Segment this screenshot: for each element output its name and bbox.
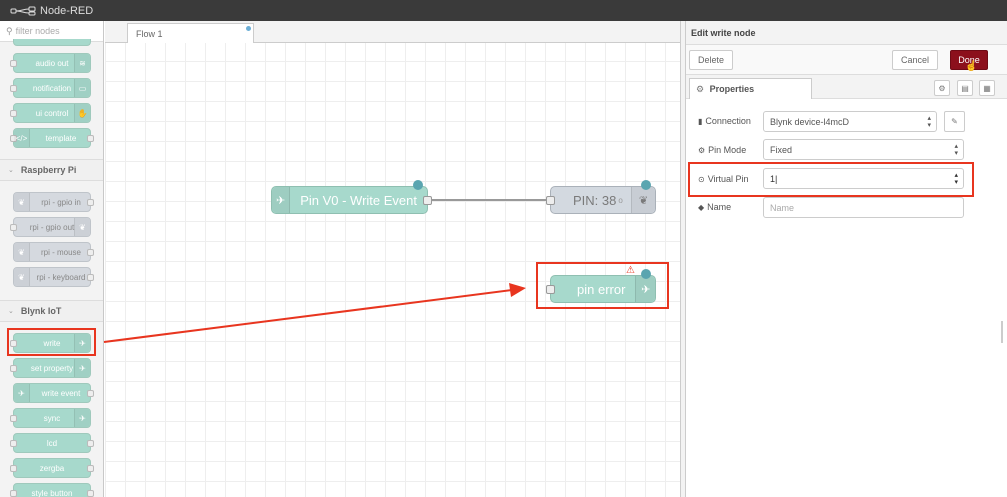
gear-icon: ⚙ — [696, 84, 705, 94]
cursor-icon: ☝ — [965, 61, 978, 72]
panel-scrollbar[interactable] — [1001, 321, 1003, 343]
layout-icon: ▦ — [983, 83, 991, 93]
description-icon-button[interactable]: ▤ — [957, 80, 973, 96]
tab-label: Properties — [709, 84, 755, 94]
file-icon: ▤ — [961, 83, 969, 93]
properties-tab-bar: ⚙ Properties ⚙ ▤ ▦ — [686, 75, 1007, 99]
select-arrows-icon: ▴ ▾ — [927, 115, 931, 129]
pin-mode-label-row: ⚙ Pin Mode — [698, 145, 746, 155]
pin-mode-value: Fixed — [770, 145, 793, 155]
panel-button-bar: Delete Cancel Done ☝ — [686, 45, 1007, 75]
pencil-icon: ✎ — [951, 117, 958, 126]
gear-icon: ⚙ — [938, 83, 946, 93]
name-label: Name — [707, 202, 732, 212]
pin-mode-label: Pin Mode — [708, 145, 747, 155]
connection-label: Connection — [705, 116, 751, 126]
gears-icon: ⚙ — [698, 145, 706, 155]
name-placeholder: Name — [770, 203, 795, 213]
name-label-row: ◆ Name — [698, 202, 731, 212]
connection-select[interactable]: Blynk device-l4mcD ▴ ▾ — [763, 111, 937, 132]
delete-button[interactable]: Delete — [689, 50, 733, 70]
bookmark-icon: ▮ — [698, 116, 703, 126]
edit-node-panel: Edit write node Delete Cancel Done ☝ ⚙ P… — [686, 21, 1007, 497]
select-arrows-icon: ▴ ▾ — [954, 143, 958, 157]
name-input[interactable]: Name — [763, 197, 964, 218]
connection-label-row: ▮ Connection — [698, 116, 751, 126]
edit-connection-button[interactable]: ✎ — [944, 111, 965, 132]
appearance-icon-button[interactable]: ▦ — [979, 80, 995, 96]
pin-mode-select[interactable]: Fixed ▴ ▾ — [763, 139, 964, 160]
highlight-virtual-pin — [688, 162, 974, 197]
connection-value: Blynk device-l4mcD — [770, 117, 850, 127]
tag-icon: ◆ — [698, 202, 705, 212]
settings-icon-button[interactable]: ⚙ — [934, 80, 950, 96]
cancel-button[interactable]: Cancel — [892, 50, 938, 70]
tab-properties[interactable]: ⚙ Properties — [689, 78, 812, 99]
panel-title: Edit write node — [686, 21, 1007, 45]
